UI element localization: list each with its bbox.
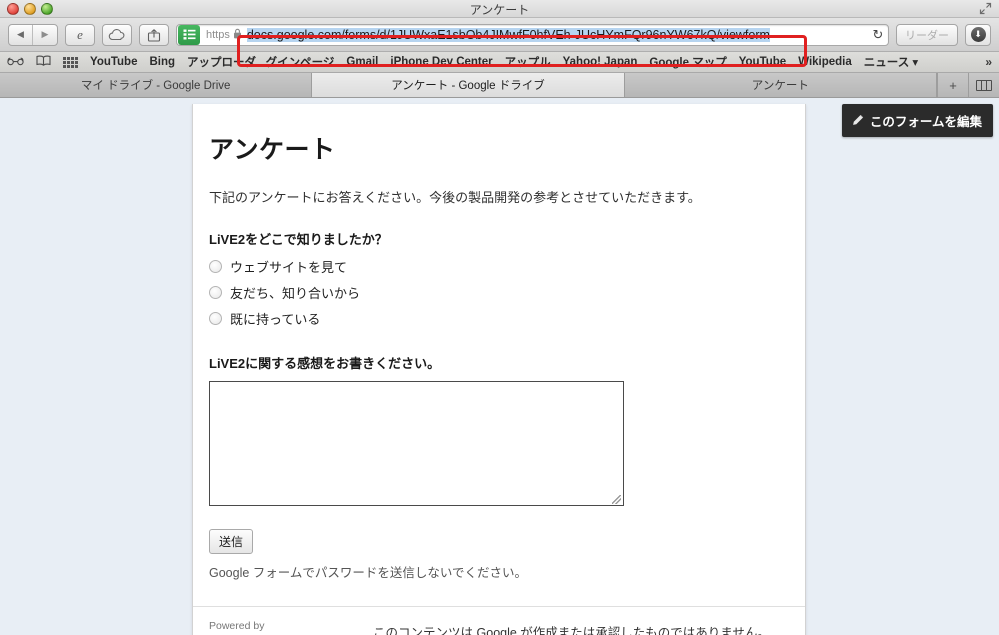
lock-icon [233,28,245,42]
radio-button-icon[interactable] [209,259,222,273]
powered-by-block: Powered by GoogleDrive [209,620,354,635]
resize-grip-icon[interactable] [612,494,621,504]
tab-overview-button[interactable] [967,73,999,97]
form-body: アンケート 下記のアンケートにお答えください。今後の製品開発の参考とさせていただ… [193,130,805,581]
url-scheme-label: https [206,28,230,41]
radio-option-0[interactable]: ウェブサイトを見て [209,257,789,276]
edit-form-label: このフォームを編集 [869,115,982,129]
radio-button-icon[interactable] [209,285,222,299]
question-1-label: LiVE2をどこで知りましたか？ [209,231,388,247]
pencil-icon [851,114,864,127]
bookmark-item-4[interactable]: iPhone Dev Center [390,56,492,68]
bookmark-item-1[interactable]: Bing [149,56,175,68]
share-button[interactable] [139,23,169,46]
bookmark-item-7[interactable]: Google マップ [649,54,726,70]
reader-list-icon[interactable] [178,24,200,45]
bookmark-item-6[interactable]: Yahoo! Japan [563,56,638,68]
tab-overview-icon [975,79,992,91]
bookmarks-overflow-icon[interactable]: » [985,55,992,69]
browser-window: アンケート ◀ ▶ e https docs.google.com/forms/… [0,0,999,635]
radio-button-icon[interactable] [209,311,222,325]
forward-button[interactable]: ▶ [33,25,57,45]
radio-option-1[interactable]: 友だち、知り合いから [209,283,789,302]
glasses-icon[interactable] [7,55,24,69]
browser-toolbar: ◀ ▶ e https docs.google.com/forms/d/1JUW… [0,18,999,67]
address-bar[interactable]: https docs.google.com/forms/d/1JUWxaE1sb… [176,23,889,46]
fullscreen-arrows-icon[interactable] [979,2,992,15]
bookmark-item-9[interactable]: Wikipedia [798,56,852,68]
window-title-bar: アンケート [0,0,999,18]
form-card: アンケート 下記のアンケートにお答えください。今後の製品開発の参考とさせていただ… [192,104,806,635]
footer-text-block: このコンテンツは Google が作成または承認したものではありません。 不正行… [354,620,789,635]
question-1: LiVE2をどこで知りましたか？ ウェブサイトを見て 友だち、知り合いから 既に… [209,229,789,328]
password-warning: Google フォームでパスワードを送信しないでください。 [209,565,528,580]
nav-buttons: ◀ ▶ [8,23,58,46]
url-text: docs.google.com/forms/d/1JUWxaE1sbOb4JIM… [246,27,770,42]
reload-button[interactable]: ↻ [868,27,888,43]
bookmark-item-0[interactable]: YouTube [90,56,137,68]
new-tab-button[interactable]: + [936,73,968,97]
bookmark-item-8[interactable]: YouTube [739,56,786,68]
radio-option-1-label: 友だち、知り合いから [230,285,361,301]
grid-icon[interactable] [63,56,78,68]
submit-button[interactable]: 送信 [209,528,254,554]
form-footer: Powered by GoogleDrive このコンテンツは Google が… [193,605,805,635]
tab-form-drive[interactable]: アンケート - Google ドライブ [312,73,625,97]
radio-option-2[interactable]: 既に持っている [209,309,789,328]
question-2-label: LiVE2に関する感想をお書きください。 [209,355,441,371]
bookmark-item-5[interactable]: アップル [505,54,551,70]
tab-my-drive[interactable]: マイ ドライブ - Google Drive [0,73,313,97]
bookmark-item-10[interactable]: ニュース ▾ [864,54,918,70]
svg-text:e: e [77,27,83,42]
feedback-textarea[interactable] [209,380,624,506]
back-button[interactable]: ◀ [9,24,34,45]
top-sites-button[interactable]: e [65,23,95,46]
downloads-button[interactable]: ⬇ [965,23,991,46]
bookmark-item-2[interactable]: アップローダ...グインページ [187,54,334,70]
icloud-tabs-button[interactable] [102,23,132,46]
form-title: アンケート [209,136,336,164]
bookmarks-bar: YouTube Bing アップローダ...グインページ Gmail iPhon… [0,52,999,73]
radio-option-2-label: 既に持っている [230,311,321,327]
tab-form-view[interactable]: アンケート [624,73,937,97]
edit-form-button[interactable]: このフォームを編集 [841,104,993,137]
tab-bar: マイ ドライブ - Google Drive アンケート - Google ドラ… [0,73,999,98]
address-bar-container: https docs.google.com/forms/d/1JUWxaE1sb… [176,23,958,46]
powered-by-label: Powered by [209,619,265,632]
question-2: LiVE2に関する感想をお書きください。 [209,353,789,506]
footer-disclaimer: このコンテンツは Google が作成または承認したものではありません。 [373,625,770,635]
book-icon[interactable] [36,55,51,69]
bookmark-item-3[interactable]: Gmail [346,56,378,68]
url-input[interactable]: docs.google.com/forms/d/1JUWxaE1sbOb4JIM… [245,27,868,42]
download-arrow-icon: ⬇ [970,27,986,42]
reader-button[interactable]: リーダー [896,23,958,46]
window-title: アンケート [469,3,530,17]
page-viewport: このフォームを編集 アンケート 下記のアンケートにお答えください。今後の製品開発… [0,98,999,635]
form-description: 下記のアンケートにお答えください。今後の製品開発の参考とさせていただきます。 [209,190,701,205]
radio-option-0-label: ウェブサイトを見て [230,259,348,275]
